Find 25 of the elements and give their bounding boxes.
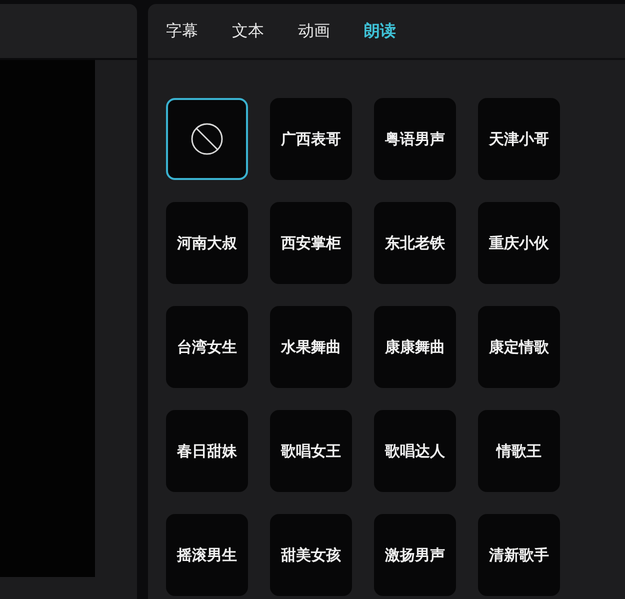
voice-option[interactable]: 摇滚男生 <box>166 514 248 596</box>
tab[interactable]: 字幕 <box>166 20 198 42</box>
prohibited-icon <box>190 122 224 156</box>
voice-option[interactable]: 河南大叔 <box>166 202 248 284</box>
tab[interactable]: 动画 <box>298 20 330 42</box>
voice-option[interactable]: 西安掌柜 <box>270 202 352 284</box>
voice-option[interactable]: 水果舞曲 <box>270 306 352 388</box>
voice-option[interactable]: 康康舞曲 <box>374 306 456 388</box>
none-option[interactable] <box>166 98 248 180</box>
voice-option[interactable]: 歌唱女王 <box>270 410 352 492</box>
voice-option[interactable]: 粤语男声 <box>374 98 456 180</box>
voice-option[interactable]: 重庆小伙 <box>478 202 560 284</box>
voice-option[interactable]: 激扬男声 <box>374 514 456 596</box>
voice-option[interactable]: 甜美女孩 <box>270 514 352 596</box>
voice-option[interactable]: 情歌王 <box>478 410 560 492</box>
tab[interactable]: 文本 <box>232 20 264 42</box>
voice-option[interactable]: 台湾女生 <box>166 306 248 388</box>
voice-option[interactable]: 清新歌手 <box>478 514 560 596</box>
voice-option[interactable]: 康定情歌 <box>478 306 560 388</box>
voice-option[interactable]: 歌唱达人 <box>374 410 456 492</box>
voice-option[interactable]: 东北老铁 <box>374 202 456 284</box>
voice-option[interactable]: 广西表哥 <box>270 98 352 180</box>
voice-option[interactable]: 春日甜妹 <box>166 410 248 492</box>
tab[interactable]: 朗读 <box>364 20 396 42</box>
voice-option[interactable]: 天津小哥 <box>478 98 560 180</box>
